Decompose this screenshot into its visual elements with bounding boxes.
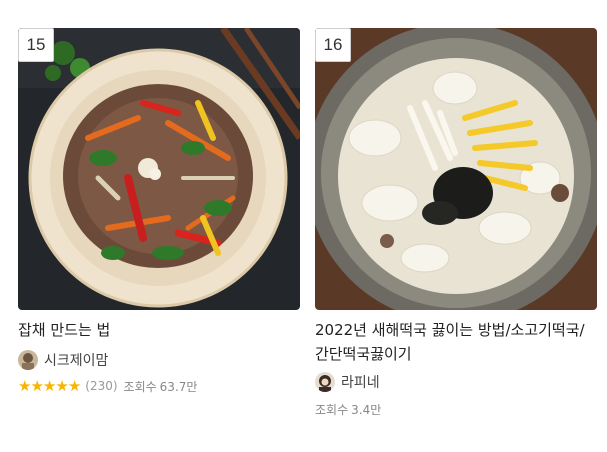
recipe-title-line-2: 간단떡국끓이기 [315,345,412,363]
rank-badge: 16 [315,28,351,62]
star-icon: ★ [30,376,43,395]
recipe-meta: ★ ★ ★ ★ ★ (230) 조회수 63.7만 [18,377,197,395]
recipe-meta: 조회수 3.4만 [315,400,381,418]
author[interactable]: 시크제이맘 [18,349,108,371]
views-count: 3.4만 [351,402,382,417]
recipe-title[interactable]: 2022년 새해떡국 끓이는 방법/소고기떡국/ 간단떡국끓이기 [315,318,605,366]
author-name: 라피네 [341,375,380,391]
views-label: 조회수 [123,379,157,394]
avatar [18,350,38,370]
japchae-image [18,28,300,310]
rating-stars: ★ ★ ★ ★ ★ [18,376,81,395]
star-icon: ★ [55,376,68,395]
recipe-title-line-1: 2022년 새해떡국 끓이는 방법/소고기떡국/ [315,321,585,339]
recipe-title[interactable]: 잡채 만드는 법 [18,318,308,342]
star-icon: ★ [67,376,81,395]
star-icon: ★ [42,376,56,395]
recipe-thumbnail[interactable]: 16 [315,28,597,310]
author[interactable]: 라피네 [315,371,380,393]
tteokguk-image [315,28,597,310]
review-count: (230) [85,379,118,393]
views-label: 조회수 [315,402,349,417]
recipe-thumbnail[interactable]: 15 [18,28,300,310]
star-icon: ★ [18,376,31,395]
rank-badge: 15 [18,28,54,62]
avatar [315,372,335,392]
views-count: 63.7만 [159,379,198,394]
author-name: 시크제이맘 [44,353,109,369]
